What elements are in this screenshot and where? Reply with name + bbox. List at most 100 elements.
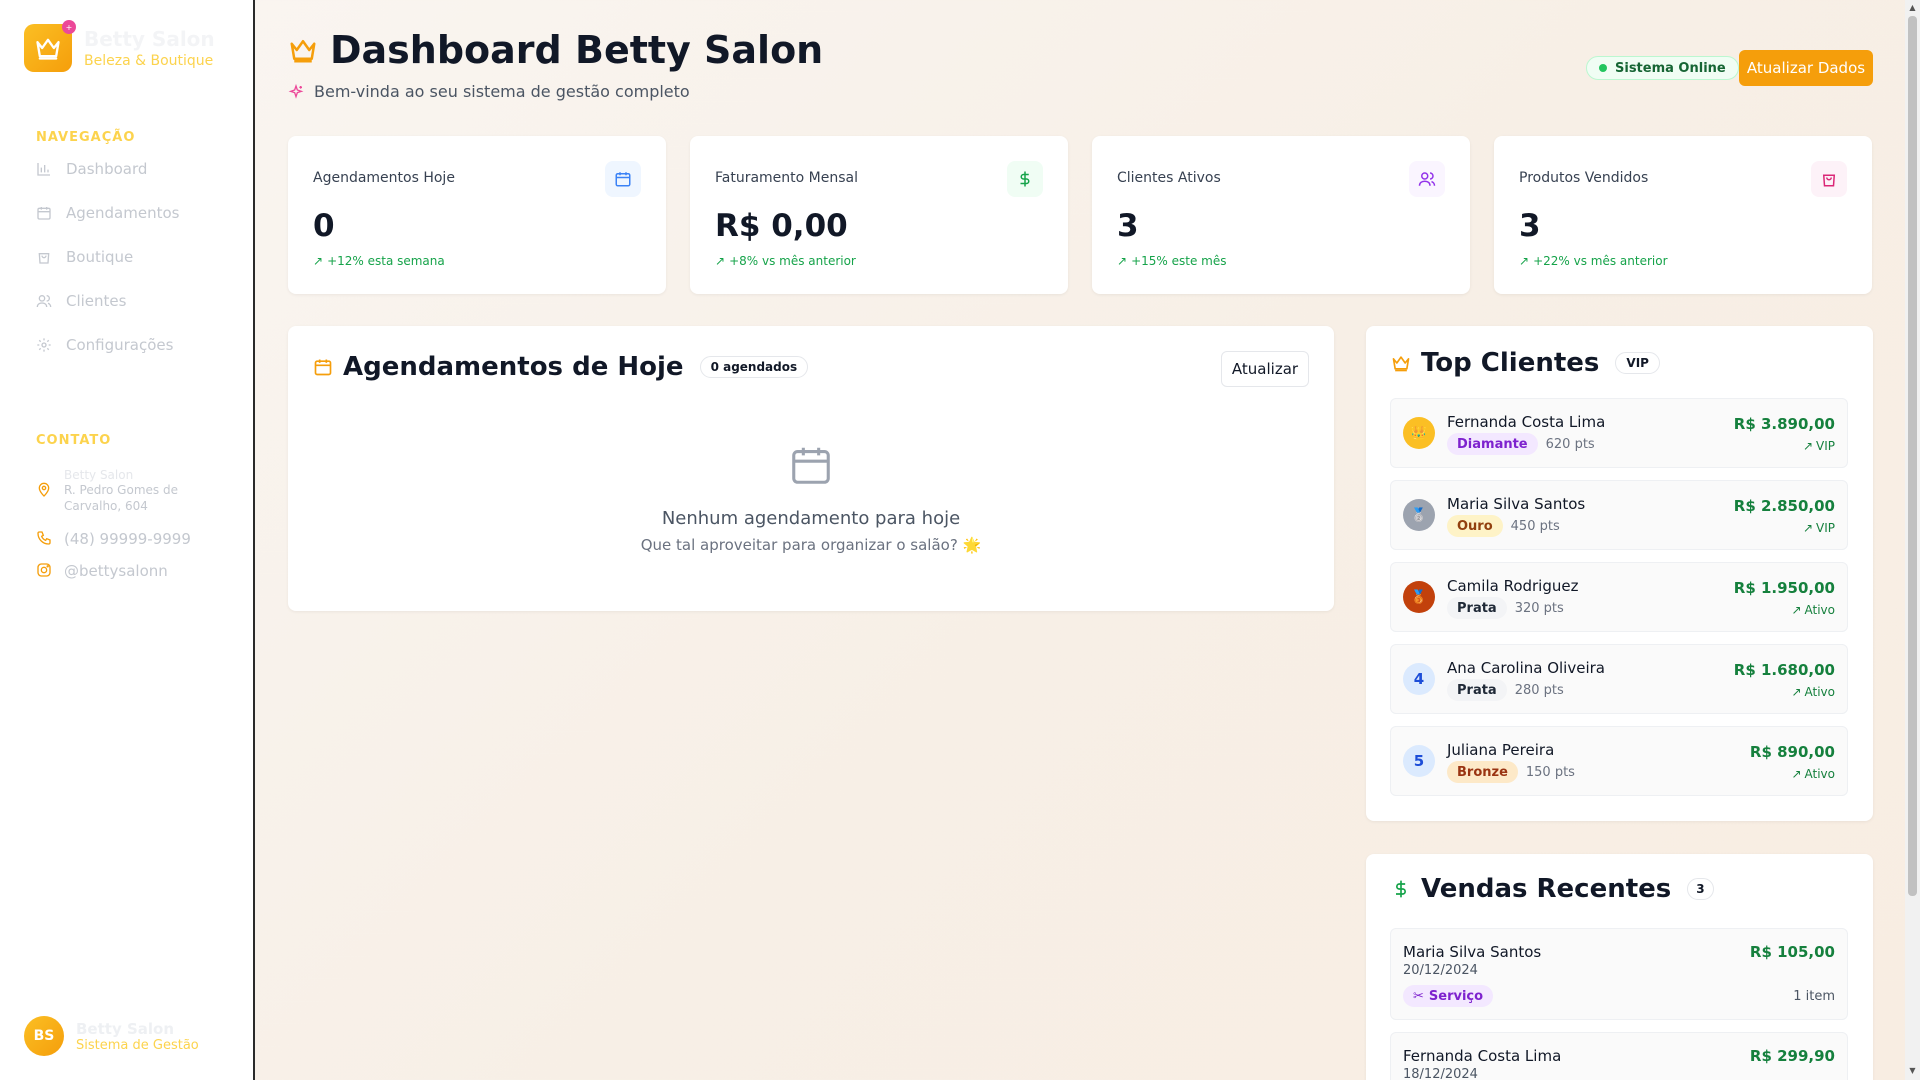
contact-phone[interactable]: (48) 99999-9999 bbox=[36, 530, 191, 548]
client-row[interactable]: 4 Ana Carolina Oliveira Prata 280 pts R$… bbox=[1390, 644, 1848, 714]
tier-badge: Diamante bbox=[1447, 433, 1538, 455]
brand-name: Betty Salon bbox=[84, 27, 215, 51]
page-title: Dashboard Betty Salon bbox=[288, 28, 823, 72]
sidebar-item-label: Agendamentos bbox=[66, 204, 180, 222]
sale-client-name: Maria Silva Santos bbox=[1403, 943, 1542, 961]
stat-value: 3 bbox=[1519, 208, 1541, 244]
trend-up-icon: ↗ bbox=[1802, 521, 1814, 535]
stat-card-products: Produtos Vendidos 3 ↗ +22% vs mês anterio… bbox=[1494, 136, 1872, 294]
client-name: Maria Silva Santos bbox=[1447, 495, 1586, 513]
sidebar-item-dashboard[interactable]: Dashboard bbox=[36, 160, 147, 178]
scroll-up-icon[interactable]: ▲ bbox=[1908, 3, 1917, 13]
calendar-empty-icon bbox=[792, 447, 830, 484]
rank-crown-icon: 👑 bbox=[1403, 417, 1435, 449]
client-row[interactable]: 👑 Fernanda Costa Lima Diamante 620 pts R… bbox=[1390, 398, 1848, 468]
user-name: Betty Salon bbox=[76, 1019, 174, 1038]
appointments-count-badge: 0 agendados bbox=[699, 356, 809, 378]
sidebar-item-agendamentos[interactable]: Agendamentos bbox=[36, 204, 179, 222]
tier-badge: Bronze bbox=[1447, 761, 1518, 783]
stat-value: 3 bbox=[1117, 208, 1139, 244]
client-name: Fernanda Costa Lima bbox=[1447, 413, 1606, 431]
status-text: Sistema Online bbox=[1615, 60, 1726, 76]
sidebar-item-configuracoes[interactable]: Configurações bbox=[36, 336, 173, 354]
stat-value: 0 bbox=[313, 208, 335, 244]
brand[interactable]: + Betty Salon Beleza & Boutique bbox=[24, 20, 215, 72]
client-points: 280 pts bbox=[1514, 682, 1564, 698]
stat-trend: ↗ +8% vs mês anterior bbox=[715, 254, 856, 268]
stat-label: Clientes Ativos bbox=[1117, 170, 1221, 186]
empty-state-title: Nenhum agendamento para hoje bbox=[661, 508, 961, 529]
trend-up-icon: ↗ bbox=[1791, 603, 1802, 617]
stat-trend: ↗ +12% esta semana bbox=[313, 254, 445, 268]
refresh-appointments-button[interactable]: Atualizar bbox=[1221, 351, 1309, 387]
sale-amount: R$ 299,90 bbox=[1749, 1047, 1835, 1065]
page-scrollbar[interactable]: ▲ ▼ bbox=[1905, 0, 1920, 1080]
client-tier: Prata 320 pts bbox=[1447, 597, 1564, 619]
brand-subtitle: Beleza & Boutique bbox=[84, 53, 214, 69]
client-row[interactable]: 5 Juliana Pereira Bronze 150 pts R$ 890,… bbox=[1390, 726, 1848, 796]
stat-value: R$ 0,00 bbox=[715, 208, 848, 244]
trend-up-icon: ↗ bbox=[1791, 767, 1802, 781]
contact-instagram[interactable]: @bettysalonn bbox=[36, 562, 168, 580]
client-tier: Diamante 620 pts bbox=[1447, 433, 1595, 455]
client-tier: Prata 280 pts bbox=[1447, 679, 1564, 701]
stat-label: Produtos Vendidos bbox=[1519, 170, 1649, 186]
avatar: BS bbox=[24, 1016, 64, 1056]
trend-up-icon: ↗ bbox=[1791, 685, 1802, 699]
dollar-icon bbox=[1396, 880, 1406, 898]
client-name: Ana Carolina Oliveira bbox=[1447, 659, 1605, 677]
sale-amount: R$ 105,00 bbox=[1749, 943, 1835, 961]
empty-state-subtitle: Que tal aproveitar para organizar o salã… bbox=[640, 536, 982, 554]
trend-up-icon: ↗ bbox=[313, 254, 324, 268]
calendar-icon bbox=[605, 161, 641, 197]
sale-date: 18/12/2024 bbox=[1403, 1067, 1478, 1080]
client-status-text: VIP bbox=[1816, 521, 1835, 535]
rank-silver-medal-icon: 🥈 bbox=[1403, 499, 1435, 531]
refresh-data-button[interactable]: Atualizar Dados bbox=[1739, 50, 1873, 86]
client-status: ↗ Ativo bbox=[1791, 603, 1835, 617]
stat-trend: ↗ +22% vs mês anterior bbox=[1519, 254, 1668, 268]
trend-up-icon: ↗ bbox=[715, 254, 726, 268]
scissors-icon: ✂ bbox=[1413, 988, 1424, 1004]
client-row[interactable]: 🥈 Maria Silva Santos Ouro 450 pts R$ 2.8… bbox=[1390, 480, 1848, 550]
sidebar-item-clientes[interactable]: Clientes bbox=[36, 292, 126, 310]
sidebar-item-label: Clientes bbox=[66, 292, 127, 310]
client-status-text: Ativo bbox=[1804, 685, 1835, 699]
sale-row[interactable]: Fernanda Costa Lima 18/12/2024 R$ 299,90 bbox=[1390, 1032, 1848, 1080]
client-amount: R$ 890,00 bbox=[1749, 743, 1835, 761]
contact-address: Betty Salon R. Pedro Gomes de Carvalho, … bbox=[36, 468, 194, 514]
sale-row[interactable]: Maria Silva Santos 20/12/2024 R$ 105,00 … bbox=[1390, 928, 1848, 1020]
client-points: 320 pts bbox=[1514, 600, 1564, 616]
rank-number: 4 bbox=[1403, 663, 1435, 695]
users-icon bbox=[1409, 161, 1445, 197]
client-status: ↗ VIP bbox=[1803, 439, 1835, 453]
user-profile[interactable]: BS Betty Salon Sistema de Gestão bbox=[24, 1016, 199, 1056]
appointments-title-text: Agendamentos de Hoje bbox=[343, 352, 684, 382]
client-points: 450 pts bbox=[1510, 518, 1560, 534]
brand-badge: + bbox=[62, 20, 76, 34]
sidebar-item-boutique[interactable]: Boutique bbox=[36, 248, 133, 266]
sale-client-name: Fernanda Costa Lima bbox=[1403, 1047, 1562, 1065]
client-status: ↗ Ativo bbox=[1791, 685, 1835, 699]
shopping-bag-icon bbox=[1811, 161, 1847, 197]
address-title: Betty Salon bbox=[64, 468, 134, 482]
dollar-icon bbox=[1007, 161, 1043, 197]
tier-badge: Prata bbox=[1447, 597, 1507, 619]
recent-sales-title-text: Vendas Recentes bbox=[1421, 874, 1672, 904]
client-name: Juliana Pereira bbox=[1447, 741, 1555, 759]
address-text: R. Pedro Gomes de Carvalho, 604 bbox=[64, 483, 178, 513]
scroll-down-icon[interactable]: ▼ bbox=[1908, 1066, 1917, 1076]
client-row[interactable]: 🥉 Camila Rodriguez Prata 320 pts R$ 1.95… bbox=[1390, 562, 1848, 632]
top-clients-panel: Top Clientes VIP 👑 Fernanda Costa Lima D… bbox=[1366, 326, 1873, 821]
crown-icon: + bbox=[24, 20, 76, 72]
page-subtitle: Bem-vinda ao seu sistema de gestão compl… bbox=[288, 82, 690, 101]
sidebar-item-label: Configurações bbox=[66, 336, 174, 354]
client-points: 150 pts bbox=[1525, 764, 1575, 780]
scroll-thumb[interactable] bbox=[1908, 16, 1917, 896]
instagram-icon bbox=[37, 563, 51, 577]
client-status-text: Ativo bbox=[1804, 603, 1835, 617]
sale-items: 1 item bbox=[1793, 989, 1835, 1004]
top-clients-title: Top Clientes VIP bbox=[1391, 348, 1660, 378]
map-pin-icon bbox=[38, 482, 50, 497]
crown-icon bbox=[290, 40, 316, 63]
